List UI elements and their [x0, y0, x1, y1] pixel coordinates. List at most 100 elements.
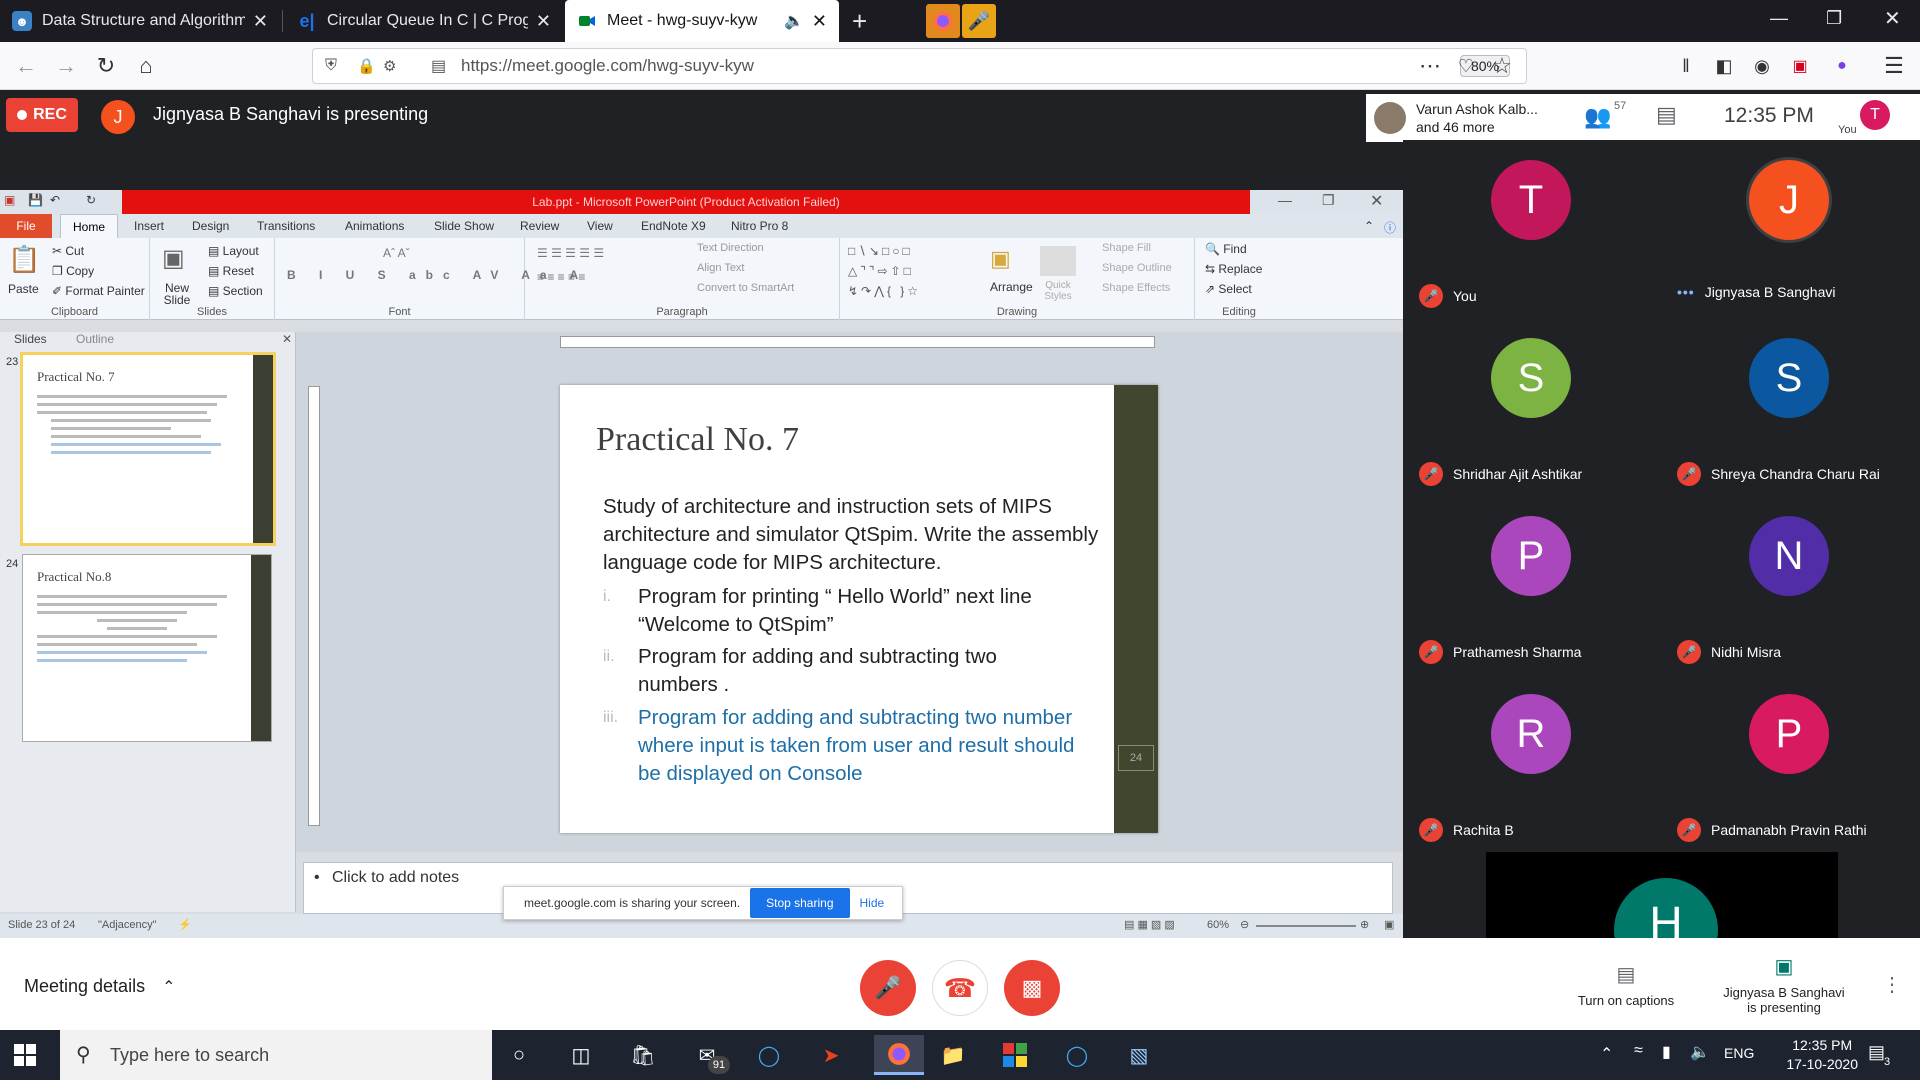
- tab-transitions[interactable]: Transitions: [257, 219, 315, 233]
- collapse-ribbon-icon[interactable]: ⌃: [1364, 219, 1374, 233]
- new-tab-icon[interactable]: +: [852, 6, 867, 37]
- forward-icon[interactable]: →: [52, 52, 80, 80]
- slide-thumbnail-24[interactable]: Practical No.8: [22, 554, 272, 742]
- app-grid-icon[interactable]: [998, 1040, 1032, 1070]
- wifi-icon[interactable]: ≈: [1634, 1042, 1643, 1060]
- extension-icon[interactable]: ●: [1828, 52, 1856, 80]
- save-icon[interactable]: 💾: [28, 193, 43, 207]
- participant-tile[interactable]: R 🎤 Rachita B: [1403, 674, 1661, 852]
- tab-design[interactable]: Design: [192, 219, 229, 233]
- close-icon[interactable]: ✕: [1370, 191, 1383, 211]
- lock-icon[interactable]: 🔒: [357, 57, 376, 75]
- arrange-button[interactable]: Arrange: [990, 280, 1033, 294]
- copy-button[interactable]: ❐ Copy: [52, 264, 94, 278]
- firefox-icon[interactable]: [926, 4, 960, 38]
- select-button[interactable]: ⇗ Select: [1205, 282, 1252, 296]
- menu-icon[interactable]: ☰: [1880, 52, 1908, 80]
- language-indicator[interactable]: ENG: [1724, 1045, 1754, 1061]
- windows-start-icon[interactable]: [14, 1044, 36, 1066]
- layout-button[interactable]: ▤ Layout: [208, 244, 259, 258]
- text-direction-button[interactable]: Text Direction: [697, 242, 764, 254]
- shapes-gallery[interactable]: □∖↘□○□: [848, 244, 913, 258]
- slide-item-3[interactable]: iii. Program for adding and subtracting …: [603, 704, 1103, 788]
- people-icon[interactable]: 👥: [1584, 104, 1611, 130]
- list-buttons[interactable]: ☰ ☰ ☰ ☰ ☰: [537, 246, 604, 260]
- participant-tile[interactable]: T 🎤 You: [1403, 140, 1661, 318]
- close-tab-icon[interactable]: ✕: [812, 11, 827, 32]
- zoom-level[interactable]: 60%: [1207, 919, 1229, 931]
- cortana-icon[interactable]: ○: [502, 1040, 536, 1070]
- slide-title[interactable]: Practical No. 7: [596, 421, 799, 459]
- close-window-icon[interactable]: ✕: [1884, 6, 1901, 31]
- pocket-icon[interactable]: ♡: [1452, 52, 1480, 80]
- new-slide-icon[interactable]: ▣: [162, 244, 185, 273]
- participant-tile-partial[interactable]: H: [1486, 852, 1838, 982]
- minimize-icon[interactable]: —: [1278, 192, 1292, 208]
- slide-item-1[interactable]: i. Program for printing “ Hello World” n…: [603, 583, 1103, 639]
- volume-icon[interactable]: 🔈: [1690, 1042, 1710, 1062]
- permissions-icon[interactable]: ⚙: [383, 57, 396, 75]
- sidebar-icon[interactable]: ◧: [1710, 52, 1738, 80]
- close-tab-icon[interactable]: ✕: [253, 11, 268, 32]
- home-icon[interactable]: ⌂: [132, 52, 160, 80]
- back-icon[interactable]: ←: [12, 52, 40, 80]
- replace-button[interactable]: ⇆ Replace: [1205, 262, 1262, 276]
- tab-review[interactable]: Review: [520, 219, 559, 233]
- more-options-icon[interactable]: ⋮: [1882, 972, 1902, 997]
- new-slide-button[interactable]: New Slide: [160, 282, 194, 306]
- fit-window-icon[interactable]: ▣: [1384, 918, 1394, 931]
- account-icon[interactable]: ◉: [1748, 52, 1776, 80]
- edge-beta-icon[interactable]: ◯: [1060, 1040, 1094, 1070]
- font-size-buttons[interactable]: Aˆ Aˇ: [383, 246, 410, 260]
- restore-icon[interactable]: ❐: [1322, 192, 1335, 209]
- shape-outline-button[interactable]: Shape Outline: [1102, 262, 1172, 274]
- notifications-icon[interactable]: ▤: [1868, 1042, 1885, 1063]
- more-icon[interactable]: ⋯: [1416, 52, 1444, 80]
- pocket-save-icon[interactable]: ▣: [1786, 52, 1814, 80]
- speaker-icon[interactable]: 🔈: [784, 11, 804, 31]
- reader-icon[interactable]: ▤: [431, 56, 446, 76]
- url-text[interactable]: https://meet.google.com/hwg-suyv-kyw: [461, 56, 754, 76]
- tab-endnote[interactable]: EndNote X9: [641, 219, 706, 233]
- tab-outline[interactable]: Outline: [76, 332, 114, 346]
- tab-view[interactable]: View: [587, 219, 613, 233]
- quick-styles-button[interactable]: Quick Styles: [1038, 280, 1078, 302]
- reset-button[interactable]: ▤ Reset: [208, 264, 254, 278]
- battery-icon[interactable]: ▮: [1662, 1042, 1671, 1062]
- browser-tab-2[interactable]: e| Circular Queue In C | C Program ✕: [285, 0, 563, 42]
- shapes-gallery-row3[interactable]: ↯↷⋀{ }☆: [848, 284, 921, 298]
- zoom-in-icon[interactable]: ⊕: [1360, 918, 1369, 931]
- paste-icon[interactable]: 📋: [8, 244, 40, 275]
- task-view-icon[interactable]: ◫: [564, 1040, 598, 1070]
- browser-tab-1[interactable]: ☻ Data Structure and Algorithm 2 ✕: [0, 0, 280, 42]
- edge-icon[interactable]: ◯: [752, 1040, 786, 1070]
- view-buttons[interactable]: ▤ ▦ ▧ ▨: [1124, 918, 1175, 931]
- camera-toggle-button[interactable]: ▩: [1004, 960, 1060, 1016]
- meeting-details-button[interactable]: Meeting details ⌃: [24, 976, 176, 997]
- captions-button[interactable]: ▤ Turn on captions: [1570, 962, 1682, 1008]
- participant-tile[interactable]: S 🎤 Shridhar Ajit Ashtikar: [1403, 318, 1661, 496]
- tab-home[interactable]: Home: [60, 214, 118, 238]
- office-icon[interactable]: ➤: [814, 1040, 848, 1070]
- paste-button[interactable]: Paste: [8, 282, 39, 296]
- shield-icon[interactable]: ⛨: [325, 57, 337, 75]
- reload-icon[interactable]: ↻: [92, 52, 120, 80]
- store-icon[interactable]: 🛍: [626, 1040, 660, 1070]
- tab-nitro[interactable]: Nitro Pro 8: [731, 219, 788, 233]
- tab-animations[interactable]: Animations: [345, 219, 404, 233]
- arrange-icon[interactable]: ▣: [990, 246, 1011, 272]
- find-button[interactable]: 🔍 Find: [1205, 242, 1247, 256]
- presenting-button[interactable]: ▣ Jignyasa B Sanghavi is presenting: [1714, 954, 1854, 1015]
- slide-item-2[interactable]: ii. Program for adding and subtracting t…: [603, 643, 1103, 699]
- zoom-slider[interactable]: [1256, 925, 1356, 927]
- section-button[interactable]: ▤ Section: [208, 284, 263, 298]
- file-explorer-icon[interactable]: 📁: [936, 1040, 970, 1070]
- participant-tile[interactable]: P 🎤 Prathamesh Sharma: [1403, 496, 1661, 674]
- current-slide[interactable]: Practical No. 7 Study of architecture an…: [560, 385, 1158, 833]
- tab-slides[interactable]: Slides: [14, 332, 47, 346]
- taskbar-clock[interactable]: 12:35 PM 17-10-2020: [1786, 1036, 1858, 1074]
- participant-tile[interactable]: P 🎤 Padmanabh Pravin Rathi: [1661, 674, 1919, 852]
- participant-tile[interactable]: N 🎤 Nidhi Misra: [1661, 496, 1919, 674]
- firefox-taskbar-icon[interactable]: [874, 1035, 924, 1075]
- convert-smartart-button[interactable]: Convert to SmartArt: [697, 282, 794, 294]
